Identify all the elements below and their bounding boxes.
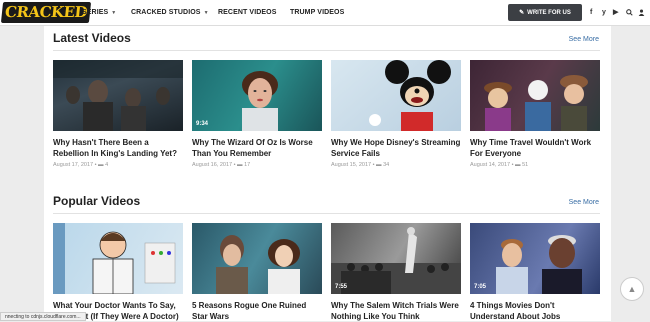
video-title[interactable]: Why Hasn't There Been a Rebellion In Kin…	[53, 137, 183, 159]
video-meta: August 14, 2017 • ▬ 51	[470, 162, 529, 168]
user-icon[interactable]	[638, 0, 645, 26]
video-date: August 16, 2017	[192, 162, 233, 168]
video-duration: 7:55	[335, 284, 348, 290]
comment-icon: ▬	[376, 162, 382, 168]
twitter-icon[interactable]: y	[602, 0, 606, 26]
main-content: Latest Videos See More Why Hasn't There …	[44, 26, 611, 321]
video-date: August 17, 2017	[53, 162, 94, 168]
video-card[interactable]: What Your Doctor Wants To Say, But Can't…	[53, 223, 183, 322]
write-for-us-label: WRITE FOR US	[527, 9, 571, 16]
thumbnail-image	[496, 235, 582, 294]
video-title[interactable]: 5 Reasons Rogue One Ruined Star Wars	[192, 300, 322, 322]
video-thumbnail[interactable]: 9:34	[192, 60, 322, 131]
comment-icon: ▬	[237, 162, 243, 168]
video-meta: August 16, 2017 • ▬ 17	[192, 162, 251, 168]
nav-series-label: SERIES	[82, 9, 109, 16]
video-date: August 14, 2017	[470, 162, 511, 168]
top-nav-bar: CRACKED SERIES ▼ CRACKED STUDIOS ▼ RECENT …	[0, 0, 650, 26]
video-thumbnail[interactable]	[53, 223, 183, 294]
video-date: August 15, 2017	[331, 162, 372, 168]
nav-trump-videos-label: TRUMP VIDEOS	[290, 9, 345, 16]
video-thumbnail[interactable]	[470, 60, 600, 131]
video-thumbnail[interactable]	[192, 223, 322, 294]
write-for-us-button[interactable]: ✎ WRITE FOR US	[508, 4, 582, 21]
chevron-down-icon: ▼	[203, 10, 209, 16]
latest-see-more-link[interactable]: See More	[569, 36, 599, 43]
thumbnail-image	[53, 60, 183, 131]
comment-count: 4	[105, 162, 109, 168]
video-title[interactable]: Why Time Travel Wouldn't Work For Everyo…	[470, 137, 600, 159]
video-card[interactable]: 5 Reasons Rogue One Ruined Star Wars	[192, 223, 322, 322]
browser-status-bar: nnecting to cdnjs.cloudflare.com...	[0, 312, 86, 321]
nav-cracked-studios[interactable]: CRACKED STUDIOS ▼	[131, 0, 209, 26]
video-title[interactable]: 4 Things Movies Don't Understand About J…	[470, 300, 600, 322]
video-thumbnail[interactable]: 7:05	[470, 223, 600, 294]
video-thumbnail[interactable]	[53, 60, 183, 131]
video-thumbnail[interactable]	[331, 60, 461, 131]
video-card[interactable]: Why Hasn't There Been a Rebellion In Kin…	[53, 60, 183, 168]
video-title[interactable]: Why The Wizard Of Oz Is Worse Than You R…	[192, 137, 322, 159]
latest-videos-heading: Latest Videos	[53, 31, 131, 45]
comment-count: 51	[522, 162, 529, 168]
popular-see-more-link[interactable]: See More	[569, 199, 599, 206]
section-divider	[53, 50, 600, 51]
thumbnail-image	[369, 60, 451, 131]
video-card[interactable]: Why Time Travel Wouldn't Work For Everyo…	[470, 60, 600, 168]
video-card[interactable]: 7:05 4 Things Movies Don't Understand Ab…	[470, 223, 600, 322]
video-duration: 7:05	[474, 284, 487, 290]
video-card[interactable]: Why We Hope Disney's Streaming Service F…	[331, 60, 461, 168]
comment-count: 34	[383, 162, 390, 168]
video-duration: 9:34	[196, 121, 209, 127]
nav-recent-videos-label: RECENT VIDEOS	[218, 9, 277, 16]
video-meta: August 15, 2017 • ▬ 34	[331, 162, 390, 168]
cracked-logo[interactable]: CRACKED	[0, 2, 92, 23]
chevron-down-icon: ▼	[111, 10, 117, 16]
chevron-up-icon: ▲	[627, 284, 637, 294]
scroll-to-top-button[interactable]: ▲	[620, 277, 644, 301]
facebook-icon[interactable]: f	[590, 0, 592, 26]
comment-icon: ▬	[515, 162, 521, 168]
pencil-icon: ✎	[519, 10, 525, 16]
nav-series[interactable]: SERIES ▼	[82, 0, 116, 26]
video-title[interactable]: Why The Salem Witch Trials Were Nothing …	[331, 300, 461, 322]
youtube-icon[interactable]: ▶	[613, 0, 618, 26]
video-thumbnail[interactable]: 7:55	[331, 223, 461, 294]
thumbnail-image	[53, 223, 176, 294]
search-icon[interactable]	[626, 0, 633, 26]
popular-videos-heading: Popular Videos	[53, 194, 141, 208]
video-card[interactable]: 7:55 Why The Salem Witch Trials Were Not…	[331, 223, 461, 322]
comment-count: 17	[244, 162, 251, 168]
thumbnail-image	[242, 71, 278, 131]
thumbnail-image	[216, 235, 300, 294]
comment-icon: ▬	[98, 162, 104, 168]
thumbnail-image	[331, 227, 461, 294]
video-title[interactable]: Why We Hope Disney's Streaming Service F…	[331, 137, 461, 159]
video-meta: August 17, 2017 • ▬ 4	[53, 162, 109, 168]
section-divider	[53, 213, 600, 214]
nav-trump-videos[interactable]: TRUMP VIDEOS	[290, 0, 344, 26]
nav-cracked-studios-label: CRACKED STUDIOS	[131, 9, 201, 16]
thumbnail-image	[484, 75, 588, 131]
video-card[interactable]: 9:34 Why The Wizard Of Oz Is Worse Than …	[192, 60, 322, 168]
nav-recent-videos[interactable]: RECENT VIDEOS	[218, 0, 276, 26]
